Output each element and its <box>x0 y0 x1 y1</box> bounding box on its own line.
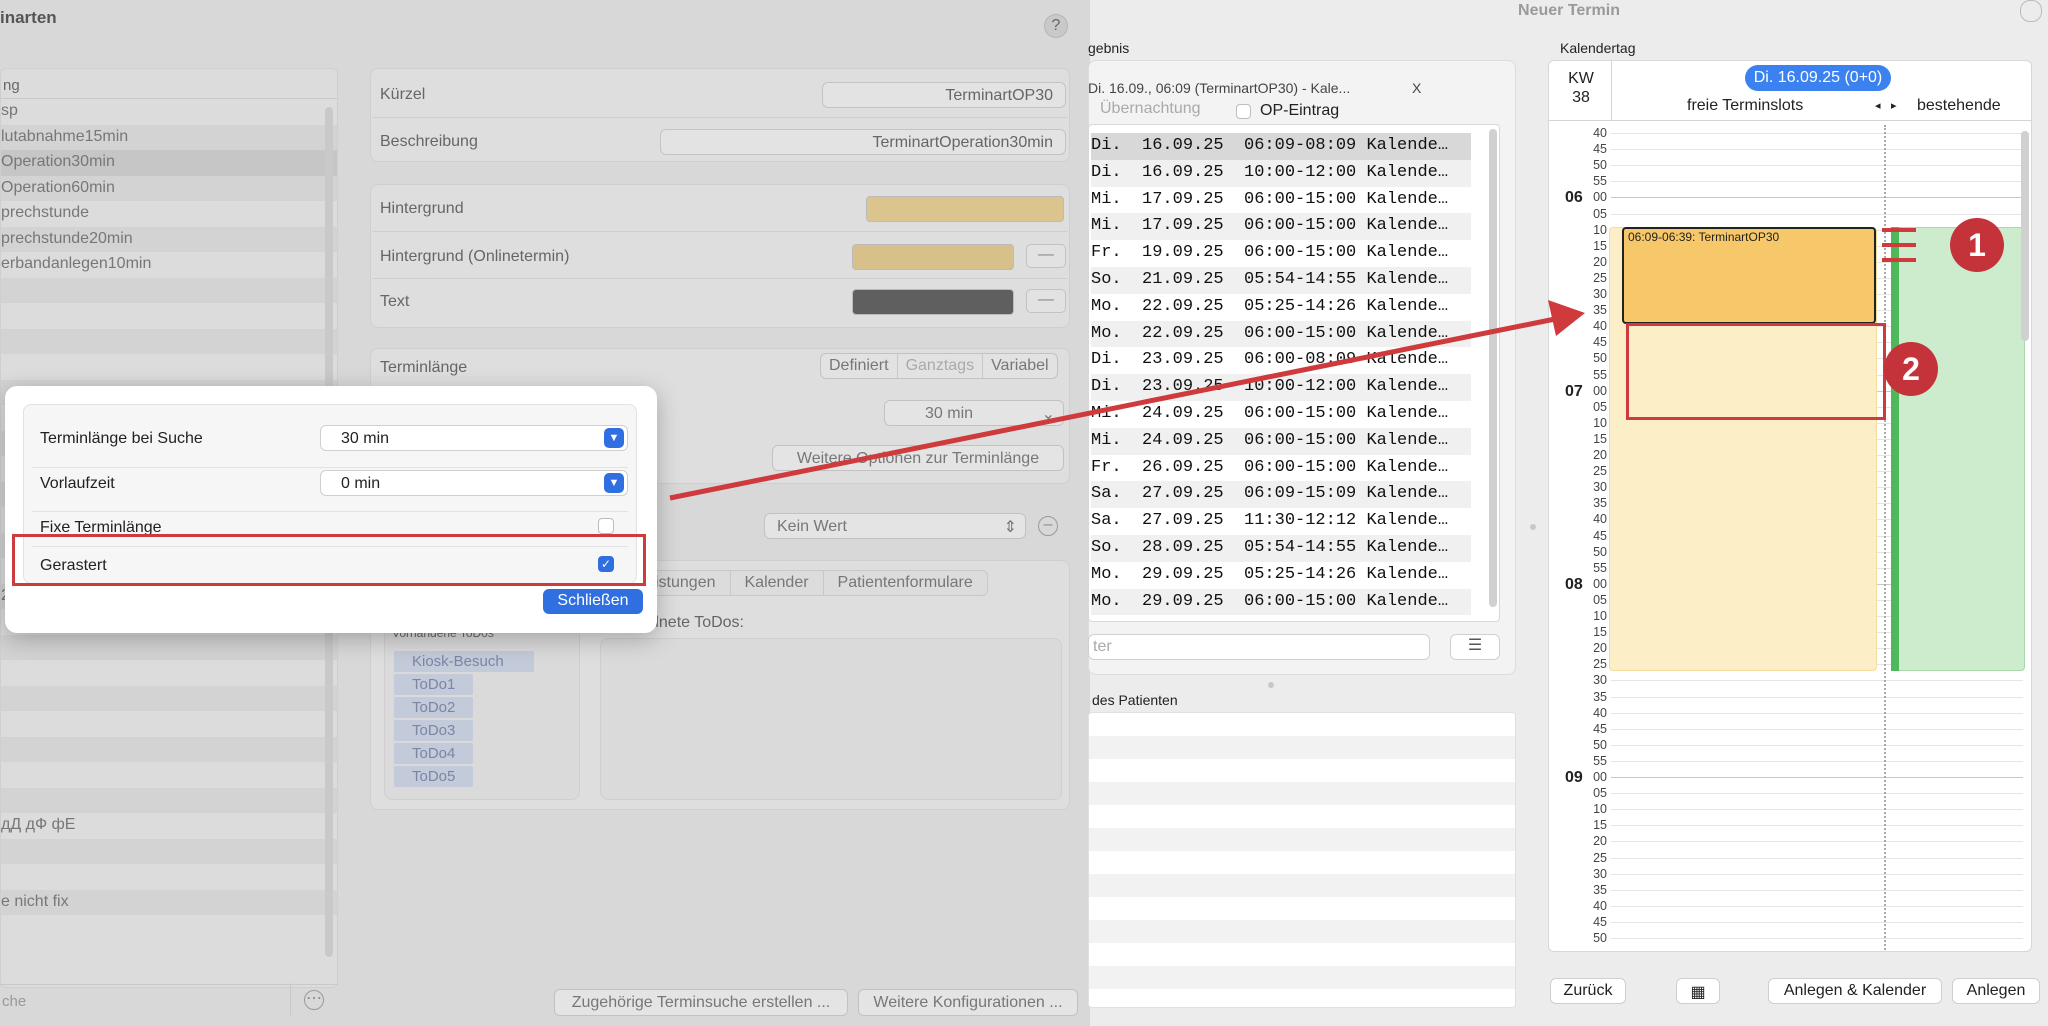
annotation-overlay <box>669 228 1916 501</box>
arrow-head <box>1548 300 1585 336</box>
arrow-line <box>669 315 1561 501</box>
